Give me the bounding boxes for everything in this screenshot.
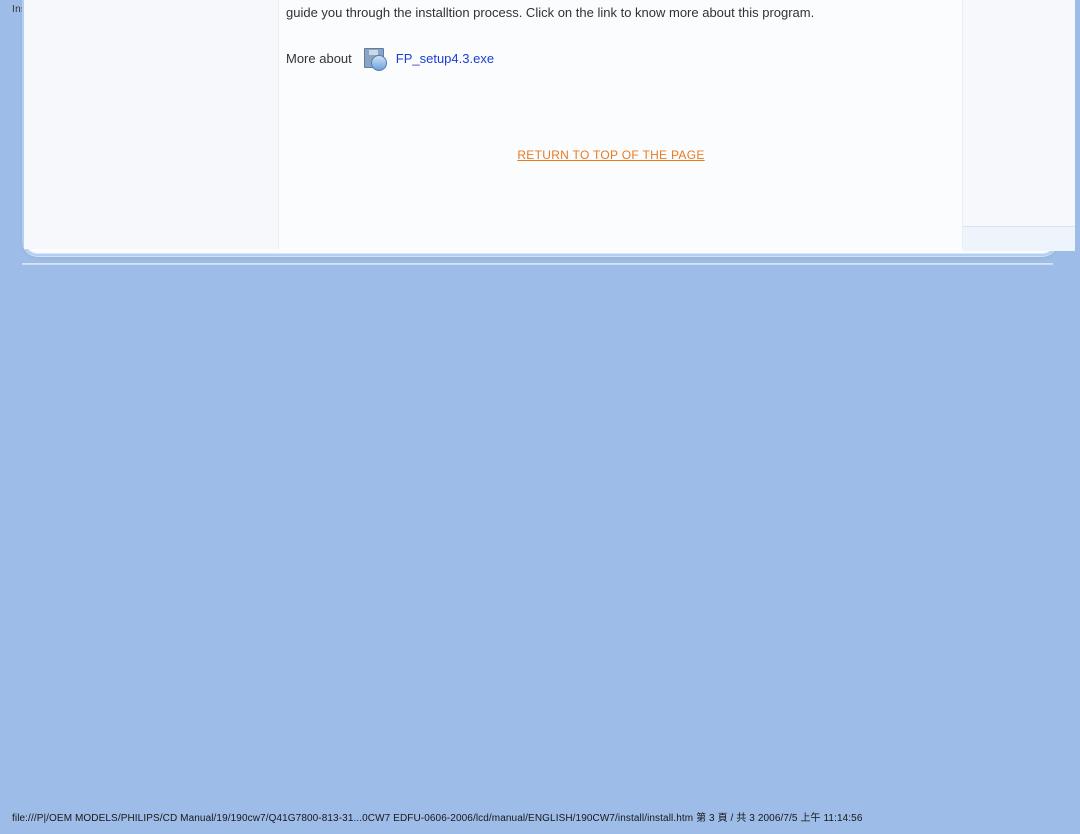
footer-path: file:///P|/OEM MODELS/PHILIPS/CD Manual/… <box>12 809 863 824</box>
more-about-label: More about <box>286 51 352 66</box>
setup-download-link[interactable]: FP_setup4.3.exe <box>396 51 494 66</box>
right-sidebar-tab <box>963 226 1075 251</box>
left-sidebar <box>24 0 279 249</box>
page-viewport: guide you through the installtion proces… <box>0 0 1080 834</box>
intro-paragraph: guide you through the installtion proces… <box>286 4 936 22</box>
download-line: More about FP_setup4.3.exe <box>286 46 936 70</box>
right-sidebar <box>962 0 1075 249</box>
separator <box>22 263 1053 265</box>
setup-file-icon <box>362 46 386 70</box>
return-to-top-link[interactable]: RETURN TO TOP OF THE PAGE <box>286 148 936 162</box>
main-content: guide you through the installtion proces… <box>286 4 936 70</box>
